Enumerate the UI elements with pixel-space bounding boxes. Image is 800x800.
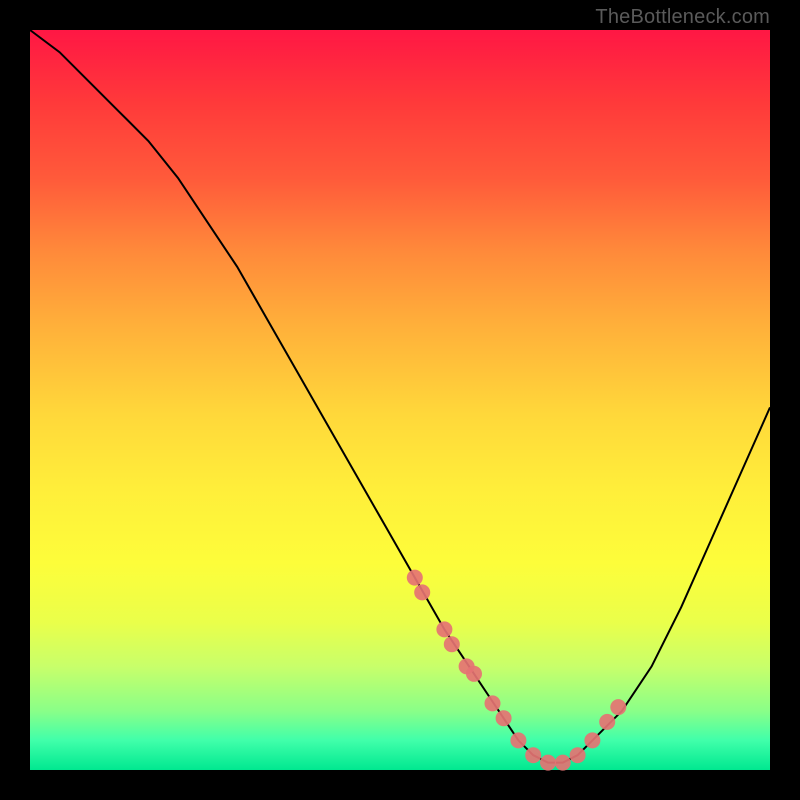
highlight-dot: [414, 584, 430, 600]
highlight-dot: [610, 699, 626, 715]
highlight-dot: [525, 747, 541, 763]
chart-svg: [30, 30, 770, 770]
highlight-dot: [485, 695, 501, 711]
highlight-dot: [407, 570, 423, 586]
highlight-dots-group: [407, 570, 627, 771]
highlight-dot: [570, 747, 586, 763]
chart-frame: TheBottleneck.com: [0, 0, 800, 800]
highlight-dot: [555, 755, 571, 771]
highlight-dot: [599, 714, 615, 730]
highlight-dot: [496, 710, 512, 726]
highlight-dot: [510, 732, 526, 748]
highlight-dot: [466, 666, 482, 682]
highlight-dot: [540, 755, 556, 771]
highlight-dot: [436, 621, 452, 637]
bottleneck-curve: [30, 30, 770, 763]
watermark-text: TheBottleneck.com: [595, 6, 770, 29]
highlight-dot: [444, 636, 460, 652]
highlight-dot: [584, 732, 600, 748]
